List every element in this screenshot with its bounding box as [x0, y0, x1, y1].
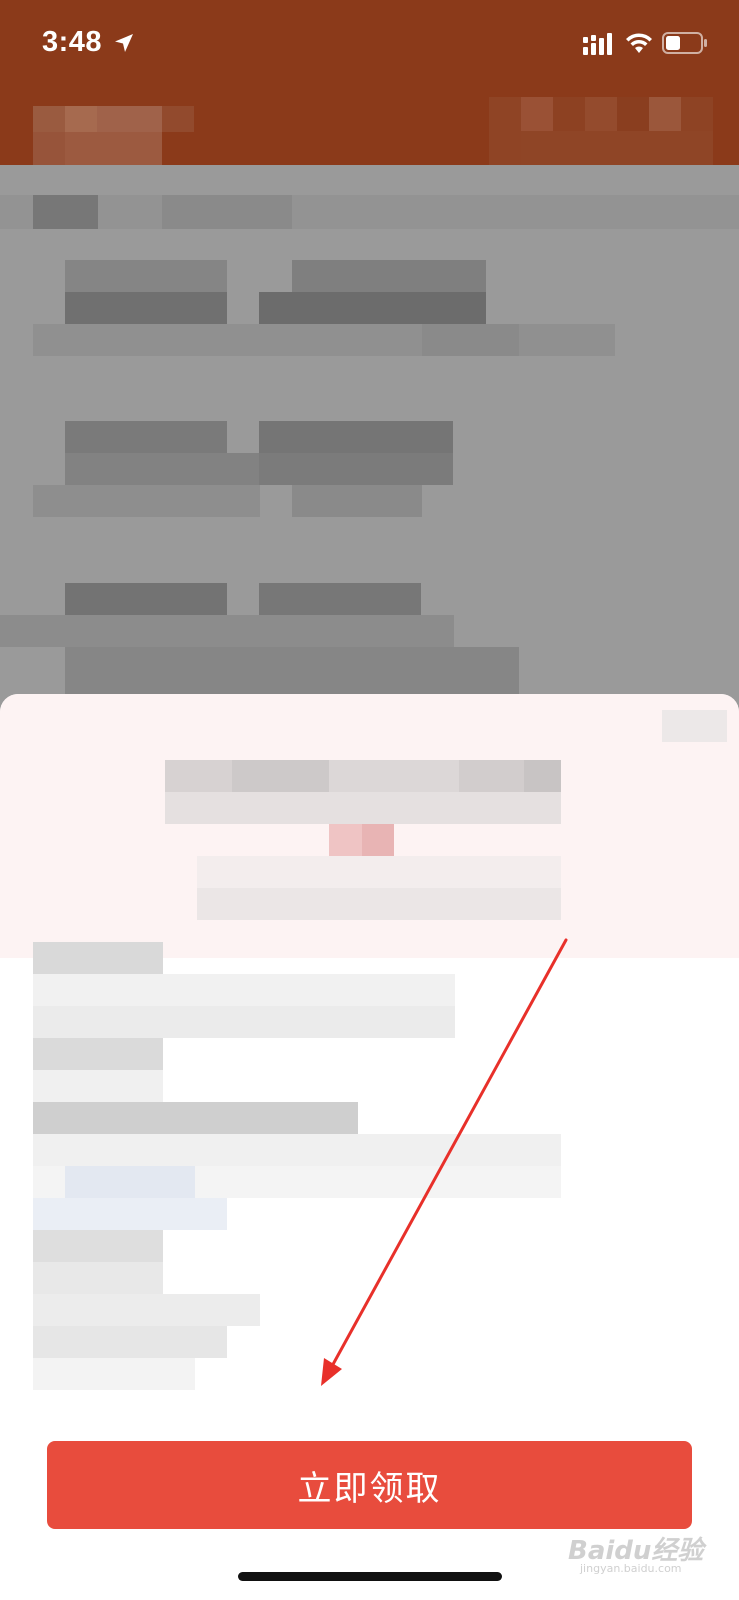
mosaic-block [97, 106, 162, 132]
mosaic-block [65, 1166, 195, 1198]
mosaic-block [65, 260, 227, 292]
mosaic-block [33, 1358, 195, 1390]
mosaic-block [33, 1070, 163, 1102]
cellular-signal-icon [583, 33, 612, 55]
claim-now-button[interactable]: 立即领取 [47, 1441, 692, 1529]
mosaic-block [521, 131, 713, 165]
mosaic-block [33, 324, 615, 356]
mosaic-block [33, 974, 455, 1006]
mosaic-block [617, 97, 649, 131]
mosaic-block [33, 1294, 260, 1326]
mosaic-block [33, 132, 65, 165]
mosaic-block [259, 583, 421, 615]
header-title-mosaic [33, 106, 65, 132]
mosaic-block [681, 97, 713, 131]
mosaic-block [165, 792, 561, 824]
mosaic-block [33, 1134, 561, 1166]
mosaic-block [292, 260, 486, 292]
mosaic-block [362, 824, 394, 856]
mosaic-block [33, 1038, 163, 1070]
watermark-sub: jingyan.baidu.com [580, 1562, 682, 1575]
mosaic-block [33, 1102, 358, 1134]
mosaic-block [459, 760, 524, 792]
mosaic-block [65, 421, 227, 453]
mosaic-block [33, 1198, 227, 1230]
mosaic-block [197, 888, 561, 920]
location-arrow-icon [115, 34, 133, 52]
mosaic-block [0, 615, 454, 647]
wifi-icon [626, 33, 652, 53]
mosaic-block [65, 453, 259, 485]
status-time: 3:48 [42, 26, 103, 58]
mosaic-block [422, 324, 519, 356]
dimmed-page-content [0, 165, 739, 695]
mosaic-block [259, 421, 453, 453]
mosaic-block [65, 583, 227, 615]
mosaic-block [33, 195, 98, 229]
mosaic-block [33, 485, 260, 517]
mosaic-block [33, 1006, 455, 1038]
mosaic-block [259, 453, 453, 485]
home-indicator[interactable] [238, 1572, 502, 1581]
mosaic-block [65, 292, 227, 324]
app-header: 3:48 [0, 0, 739, 165]
mosaic-block [292, 485, 422, 517]
mosaic-block [162, 195, 292, 229]
mosaic-block [329, 760, 459, 792]
mosaic-block [65, 132, 162, 165]
mosaic-block [585, 97, 617, 131]
mosaic-block [0, 195, 739, 229]
mosaic-block [232, 760, 329, 792]
mosaic-block [65, 647, 519, 695]
mosaic-block [162, 106, 194, 132]
watermark-logo: Baidu经验 jingyan.baidu.com [568, 1528, 728, 1578]
header-actions-mosaic [489, 97, 521, 165]
mosaic-block [65, 106, 97, 132]
mosaic-block [197, 856, 561, 888]
mosaic-block [33, 1262, 163, 1294]
close-icon[interactable] [662, 710, 727, 742]
mosaic-block [524, 760, 561, 792]
mosaic-block [259, 292, 486, 324]
mosaic-block [33, 1326, 227, 1358]
battery-icon [662, 32, 707, 54]
mosaic-block [553, 97, 585, 131]
mosaic-block [649, 97, 681, 131]
mosaic-block [33, 1230, 163, 1262]
mosaic-block [33, 942, 163, 974]
mosaic-block [521, 97, 553, 131]
